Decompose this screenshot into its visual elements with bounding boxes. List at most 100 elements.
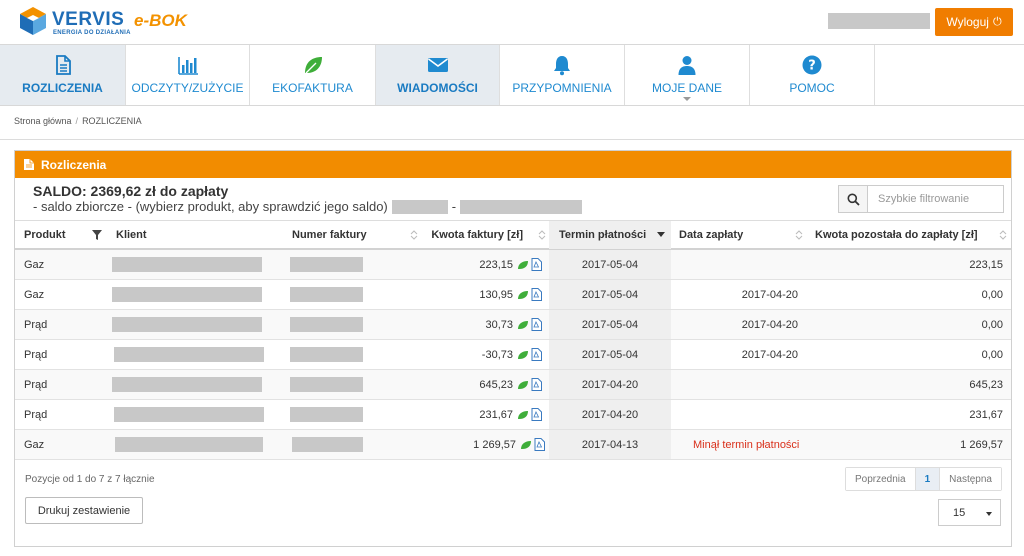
user-icon bbox=[678, 56, 696, 75]
app-name: e-BOK bbox=[134, 11, 187, 30]
brand-tagline: ENERGIA DO DZIAŁANIA bbox=[53, 30, 131, 36]
cell-produkt: Prąd bbox=[24, 408, 48, 421]
table-row[interactable]: Gaz 1 269,57 2017-04-13 Minął termin pła… bbox=[15, 430, 1011, 460]
column-header-numer[interactable]: Numer faktury bbox=[292, 221, 422, 249]
leaf-icon bbox=[304, 57, 322, 74]
column-header-klient[interactable]: Klient bbox=[116, 221, 291, 249]
tab-pomoc[interactable]: ? POMOC bbox=[750, 45, 875, 105]
cell-kwota-value: 1 269,57 bbox=[473, 438, 516, 451]
table-row[interactable]: Prąd 30,73 2017-05-04 2017-04-20 0,00 bbox=[15, 310, 1011, 340]
tab-label: WIADOMOŚCI bbox=[397, 81, 478, 95]
cell-numer bbox=[290, 400, 364, 429]
eko-leaf-icon[interactable] bbox=[517, 290, 529, 300]
eko-leaf-icon[interactable] bbox=[517, 410, 529, 420]
cell-pozostala: 0,00 bbox=[981, 348, 1003, 361]
pdf-icon[interactable] bbox=[531, 318, 542, 331]
column-label: Kwota faktury [zł] bbox=[431, 229, 523, 241]
table-row[interactable]: Gaz 223,15 2017-05-04 223,15 bbox=[15, 250, 1011, 280]
redacted-value bbox=[112, 377, 262, 392]
cell-pozostala: 0,00 bbox=[981, 288, 1003, 301]
cell-termin: 2017-04-13 bbox=[549, 430, 671, 459]
pdf-icon[interactable] bbox=[531, 288, 542, 301]
tab-label: MOJE DANE bbox=[651, 81, 722, 95]
column-header-pozostala[interactable]: Kwota pozostała do zapłaty [zł] bbox=[807, 221, 1011, 249]
column-label: Klient bbox=[116, 229, 147, 241]
cell-klient bbox=[112, 310, 262, 339]
eko-leaf-icon[interactable] bbox=[517, 320, 529, 330]
column-header-produkt[interactable]: Produkt bbox=[24, 221, 116, 249]
tab-przypomnienia[interactable]: PRZYPOMNIENIA bbox=[500, 45, 625, 105]
redacted-value bbox=[290, 287, 363, 302]
pdf-icon[interactable] bbox=[531, 378, 542, 391]
cell-numer bbox=[290, 340, 364, 369]
brand-name: VERVIS bbox=[52, 9, 125, 30]
cell-kwota-value: 30,73 bbox=[485, 318, 513, 331]
cell-data bbox=[671, 370, 798, 399]
redacted-value bbox=[290, 377, 363, 392]
saldo-subtitle-text: - saldo zbiorcze - (wybierz produkt, aby… bbox=[33, 199, 388, 214]
tab-ekofaktura[interactable]: EKOFAKTURA bbox=[250, 45, 376, 105]
column-header-kwota[interactable]: Kwota faktury [zł] bbox=[422, 221, 549, 249]
pagination-prev-button[interactable]: Poprzednia bbox=[846, 468, 916, 490]
svg-text:?: ? bbox=[808, 59, 816, 74]
print-statement-button[interactable]: Drukuj zestawienie bbox=[25, 497, 143, 524]
envelope-icon bbox=[427, 58, 448, 72]
cell-kwota: -30,73 bbox=[422, 340, 542, 369]
table-row[interactable]: Gaz 130,95 2017-05-04 2017-04-20 0,00 bbox=[15, 280, 1011, 310]
eko-leaf-icon[interactable] bbox=[517, 260, 529, 270]
eko-leaf-icon[interactable] bbox=[517, 380, 529, 390]
logout-button[interactable]: Wyloguj ⏻ bbox=[935, 8, 1013, 36]
pagination: Poprzednia 1 Następna bbox=[845, 467, 1002, 491]
breadcrumb-home-link[interactable]: Strona główna bbox=[14, 116, 72, 126]
tab-moje-dane[interactable]: MOJE DANE bbox=[625, 45, 750, 105]
cell-pozostala: 645,23 bbox=[969, 378, 1003, 391]
vervis-logo-icon bbox=[20, 7, 46, 35]
redacted-value bbox=[112, 287, 262, 302]
column-header-termin[interactable]: Termin płatności bbox=[549, 221, 671, 249]
question-icon: ? bbox=[802, 55, 822, 75]
power-icon: ⏻ bbox=[992, 15, 1002, 28]
quick-filter-input[interactable] bbox=[867, 185, 1004, 213]
pagination-info: Pozycje od 1 do 7 z 7 łącznie bbox=[25, 474, 155, 485]
pdf-icon[interactable] bbox=[531, 408, 542, 421]
table-row[interactable]: Prąd 645,23 2017-04-20 645,23 bbox=[15, 370, 1011, 400]
column-label: Numer faktury bbox=[292, 229, 367, 241]
pdf-icon[interactable] bbox=[534, 438, 545, 451]
filter-funnel-icon[interactable] bbox=[92, 230, 102, 240]
redacted-value bbox=[391, 199, 448, 214]
pdf-icon[interactable] bbox=[531, 348, 542, 361]
redacted-value bbox=[112, 257, 262, 272]
pagination-next-button[interactable]: Następna bbox=[940, 468, 1001, 490]
eko-leaf-icon[interactable] bbox=[520, 440, 532, 450]
tab-wiadomosci[interactable]: WIADOMOŚCI bbox=[376, 45, 500, 105]
cell-numer bbox=[290, 370, 364, 399]
cell-kwota-value: 645,23 bbox=[479, 378, 513, 391]
tab-label: POMOC bbox=[789, 81, 835, 95]
table-row[interactable]: Prąd 231,67 2017-04-20 231,67 bbox=[15, 400, 1011, 430]
cell-klient bbox=[114, 340, 264, 369]
page-size-select[interactable]: 15 bbox=[938, 499, 1001, 526]
search-button[interactable] bbox=[838, 185, 868, 213]
cell-kwota: 30,73 bbox=[422, 310, 542, 339]
cell-data: 2017-04-20 bbox=[741, 288, 798, 301]
cell-numer bbox=[290, 250, 364, 279]
redacted-value bbox=[115, 437, 263, 452]
pagination-page-button[interactable]: 1 bbox=[915, 468, 941, 490]
cell-kwota-value: -30,73 bbox=[481, 348, 513, 361]
tab-label: PRZYPOMNIENIA bbox=[512, 81, 612, 95]
table-row[interactable]: Prąd -30,73 2017-05-04 2017-04-20 0,00 bbox=[15, 340, 1011, 370]
tab-label: ODCZYTY/ZUŻYCIE bbox=[131, 81, 244, 95]
pdf-icon[interactable] bbox=[531, 258, 542, 271]
sort-icon bbox=[410, 230, 418, 240]
cell-kwota-value: 223,15 bbox=[479, 258, 513, 271]
cell-pozostala: 223,15 bbox=[969, 258, 1003, 271]
cell-produkt: Gaz bbox=[24, 288, 45, 301]
saldo-summary: SALDO: 2369,62 zł do zapłaty bbox=[33, 183, 229, 199]
redacted-value bbox=[290, 257, 363, 272]
tab-odczyty[interactable]: ODCZYTY/ZUŻYCIE bbox=[126, 45, 250, 105]
column-header-data[interactable]: Data zapłaty bbox=[671, 221, 807, 249]
cell-data: 2017-04-20 bbox=[741, 318, 798, 331]
eko-leaf-icon[interactable] bbox=[517, 350, 529, 360]
tab-rozliczenia[interactable]: ROZLICZENIA bbox=[0, 45, 126, 105]
page-size-value: 15 bbox=[953, 506, 966, 519]
